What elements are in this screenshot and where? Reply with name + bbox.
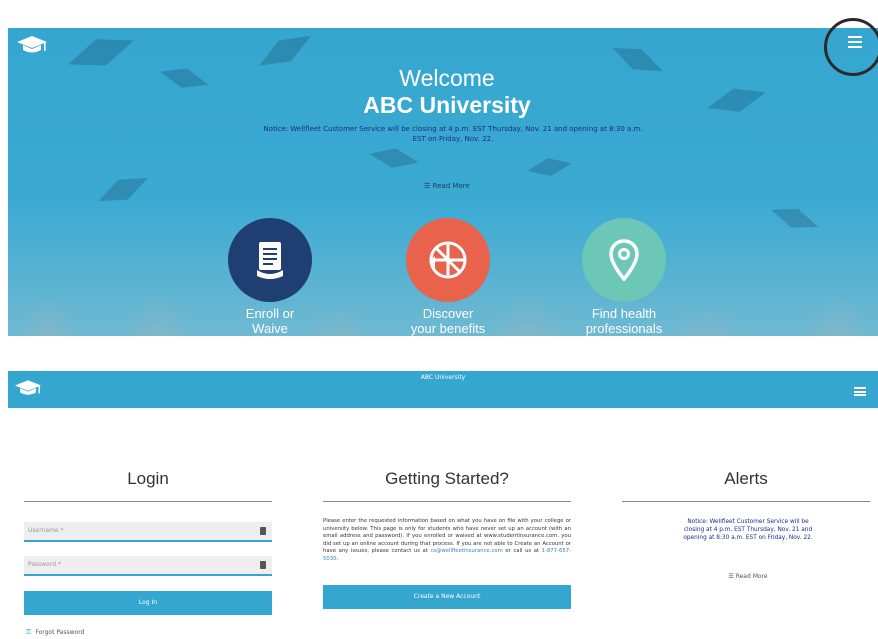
password-placeholder: Password *	[28, 561, 61, 568]
background-cap-icon	[94, 168, 157, 220]
alerts-title: Alerts	[724, 469, 768, 488]
hero-banner: Welcome ABC University Notice: Wellfleet…	[8, 28, 878, 336]
create-account-button[interactable]: Create a New Account	[323, 585, 571, 609]
username-field[interactable]: Username *	[24, 522, 272, 542]
feature-label: Discover your benefits	[410, 306, 486, 336]
contact-card-icon	[260, 561, 266, 569]
map-pin-icon[interactable]	[582, 218, 666, 302]
login-title: Login	[127, 469, 169, 488]
highlight-circle	[824, 18, 878, 76]
divider	[24, 501, 272, 502]
hero-notice: Notice: Wellfleet Customer Service will …	[263, 125, 643, 143]
hero-welcome: Welcome	[399, 65, 495, 91]
key-icon: ⚿	[26, 628, 32, 636]
getting-started-title: Getting Started?	[385, 469, 509, 488]
username-placeholder: Username *	[28, 527, 64, 534]
background-cap-icon	[366, 144, 420, 182]
topbar-title: ABC University	[420, 374, 466, 381]
contact-card-icon	[260, 527, 266, 535]
forgot-password-label: Forgot Password	[35, 629, 85, 636]
graduation-cap-icon[interactable]	[14, 378, 42, 400]
alerts-read-more-link[interactable]: ☰ Read More	[678, 573, 818, 580]
top-navigation-bar: ABC University	[8, 371, 878, 408]
forgot-password-link[interactable]: ⚿ Forgot Password	[26, 628, 84, 637]
feature-label: Enroll or Waive	[245, 306, 295, 336]
feature-enroll-or-waive[interactable]: Enroll or Waive ↓	[210, 218, 330, 336]
hamburger-icon[interactable]	[854, 387, 866, 396]
feature-label: Find health professionals	[585, 306, 663, 336]
graduation-cap-icon[interactable]	[16, 34, 48, 58]
login-button[interactable]: Log In	[24, 591, 272, 615]
alert-notice: Notice: Wellfleet Customer Service will …	[683, 519, 813, 541]
pie-chart-icon[interactable]	[406, 218, 490, 302]
password-field[interactable]: Password *	[24, 556, 272, 576]
support-email-link[interactable]: cs@wellfleetinsurance.com	[430, 548, 502, 554]
getting-started-text: Please enter the requested information b…	[323, 518, 571, 562]
hero-read-more-link[interactable]: ☰ Read More	[8, 182, 878, 190]
feature-discover-benefits[interactable]: Discover your benefits ↓	[388, 218, 508, 336]
hero-university-title: ABC University	[363, 92, 531, 118]
divider	[323, 501, 571, 502]
divider	[622, 501, 870, 502]
document-icon[interactable]	[228, 218, 312, 302]
feature-find-health-professionals[interactable]: Find health professionals ↓	[564, 218, 684, 336]
